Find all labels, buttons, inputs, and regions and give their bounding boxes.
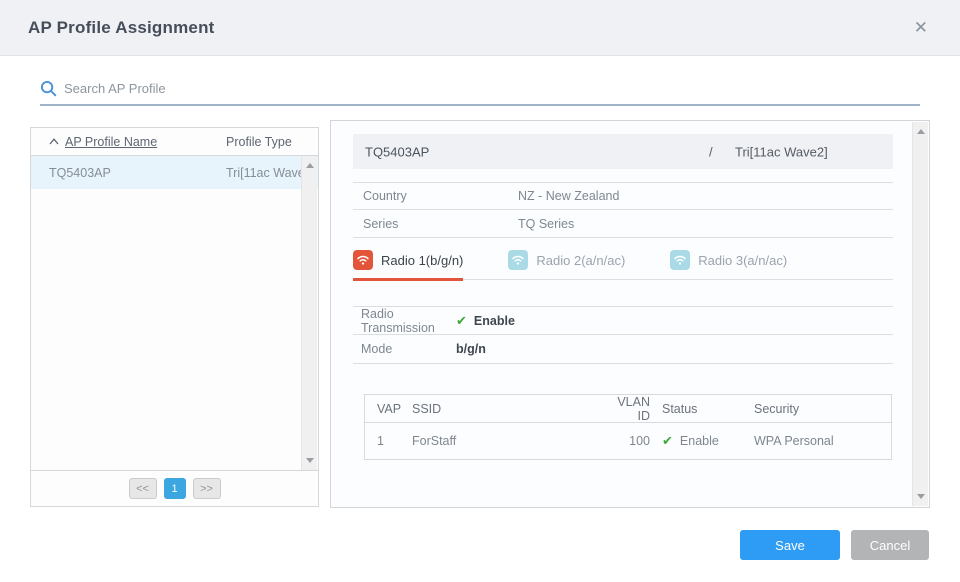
check-icon: ✔ — [662, 433, 673, 449]
vap-table-header: VAP SSID VLAN ID Status Security — [365, 395, 891, 423]
detail-profile-name: TQ5403AP — [365, 144, 429, 159]
vap-table: VAP SSID VLAN ID Status Security 1 ForSt… — [364, 394, 892, 460]
wifi-icon — [670, 250, 690, 270]
profile-list-header: AP Profile Name Profile Type — [31, 128, 318, 156]
country-value: NZ - New Zealand — [518, 189, 619, 203]
vlan-cell: 100 — [604, 434, 650, 448]
detail-separator: / — [709, 144, 713, 159]
radio-tabs: Radio 1(b/g/n) Radio 2(a/n/ac) — [353, 250, 893, 280]
dialog-title: AP Profile Assignment — [28, 18, 215, 38]
detail-fields: Country NZ - New Zealand Series TQ Serie… — [353, 182, 893, 238]
field-row-country: Country NZ - New Zealand — [353, 182, 893, 210]
radio-transmission-label: Radio Transmission — [361, 307, 456, 335]
pagination-next-button[interactable]: >> — [193, 478, 221, 499]
series-label: Series — [363, 217, 518, 231]
left-panel-scrollbar[interactable] — [301, 156, 317, 470]
pagination: << 1 >> — [31, 470, 318, 506]
security-cell: WPA Personal — [754, 434, 891, 448]
tab-radio-2-label: Radio 2(a/n/ac) — [536, 253, 625, 268]
ssid-header: SSID — [412, 402, 604, 416]
tab-radio-1[interactable]: Radio 1(b/g/n) — [353, 250, 463, 279]
status-cell: ✔ Enable — [650, 433, 754, 449]
radio-transmission-row: Radio Transmission ✔ Enable — [353, 306, 893, 335]
country-label: Country — [363, 189, 518, 203]
search-icon — [40, 80, 57, 97]
tab-radio-2[interactable]: Radio 2(a/n/ac) — [508, 250, 625, 279]
search-bar — [40, 80, 920, 106]
profile-list-row-selected[interactable]: TQ5403AP Tri[11ac Wave2] — [31, 156, 318, 189]
ap-profile-assignment-dialog: AP Profile Assignment ✕ AP Profile Name … — [0, 0, 960, 582]
status-header: Status — [650, 402, 754, 416]
detail-profile-type: Tri[11ac Wave2] — [735, 144, 828, 159]
vap-table-row[interactable]: 1 ForStaff 100 ✔ Enable WPA Personal — [365, 423, 891, 459]
scroll-down-icon[interactable] — [917, 494, 925, 499]
tab-radio-3-label: Radio 3(a/n/ac) — [698, 253, 787, 268]
scroll-up-icon[interactable] — [917, 129, 925, 134]
field-row-series: Series TQ Series — [353, 210, 893, 238]
mode-label: Mode — [361, 342, 456, 356]
search-input[interactable] — [64, 81, 920, 96]
radio-transmission-value: ✔ Enable — [456, 313, 515, 329]
profile-detail-panel: TQ5403AP / Tri[11ac Wave2] Country NZ - … — [330, 120, 930, 508]
scroll-up-icon[interactable] — [306, 163, 314, 168]
radio-transmission-status: Enable — [474, 314, 515, 328]
profile-list-body: TQ5403AP Tri[11ac Wave2] — [31, 156, 318, 470]
profile-name-cell: TQ5403AP — [49, 166, 111, 180]
radio-detail-fields: Radio Transmission ✔ Enable Mode b/g/n — [353, 306, 893, 364]
vlan-header: VLAN ID — [604, 395, 650, 423]
mode-value: b/g/n — [456, 342, 486, 356]
cancel-button[interactable]: Cancel — [851, 530, 929, 560]
profile-list-panel: AP Profile Name Profile Type TQ5403AP Tr… — [30, 127, 319, 507]
tab-radio-1-label: Radio 1(b/g/n) — [381, 253, 463, 268]
wifi-icon — [353, 250, 373, 270]
tab-radio-3[interactable]: Radio 3(a/n/ac) — [670, 250, 787, 279]
column-header-ap-profile-name[interactable]: AP Profile Name — [65, 135, 157, 149]
security-header: Security — [754, 402, 891, 416]
pagination-page-1-button[interactable]: 1 — [164, 478, 186, 499]
close-icon[interactable]: ✕ — [910, 15, 932, 40]
status-text: Enable — [680, 434, 719, 448]
pagination-prev-button[interactable]: << — [129, 478, 157, 499]
right-panel-scrollbar[interactable] — [912, 122, 928, 506]
sort-asc-icon — [49, 138, 59, 145]
dialog-header: AP Profile Assignment ✕ — [0, 0, 960, 56]
column-header-profile-type: Profile Type — [226, 135, 292, 149]
check-icon: ✔ — [456, 313, 467, 329]
wifi-icon — [508, 250, 528, 270]
ssid-cell: ForStaff — [412, 434, 604, 448]
series-value: TQ Series — [518, 217, 574, 231]
save-button[interactable]: Save — [740, 530, 840, 560]
mode-row: Mode b/g/n — [353, 335, 893, 364]
vap-cell: 1 — [365, 434, 412, 448]
vap-header: VAP — [365, 402, 412, 416]
scroll-down-icon[interactable] — [306, 458, 314, 463]
profile-detail-content: TQ5403AP / Tri[11ac Wave2] Country NZ - … — [353, 121, 893, 460]
detail-title-bar: TQ5403AP / Tri[11ac Wave2] — [353, 134, 893, 169]
